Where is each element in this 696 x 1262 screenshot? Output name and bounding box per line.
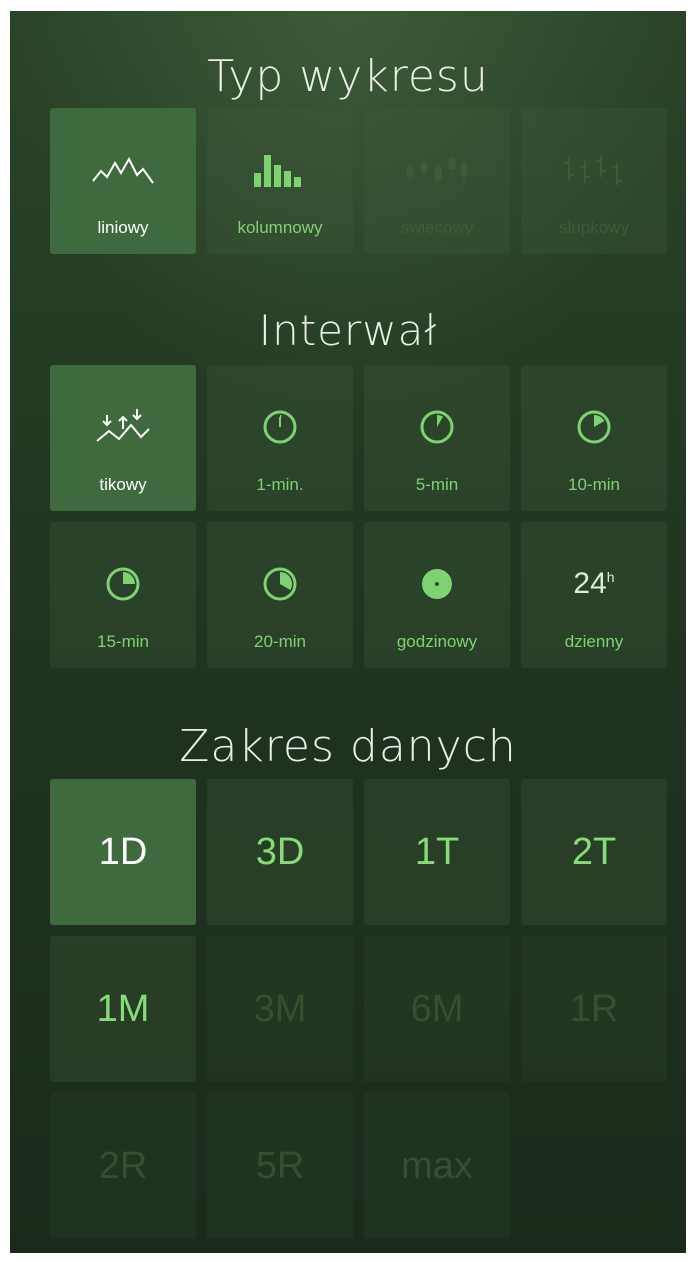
- range-6m-button[interactable]: 6M: [364, 936, 510, 1082]
- chart-type-ohlc-label: słupkowy: [559, 218, 629, 237]
- line-chart-icon: [50, 148, 196, 192]
- range-6m-label: 6M: [410, 987, 464, 1030]
- 24h-icon: 24h: [521, 562, 667, 606]
- interval-day-button[interactable]: 24h dzienny: [521, 522, 667, 668]
- range-1r-label: 1R: [569, 987, 619, 1030]
- tick-chart-icon: [50, 405, 196, 449]
- range-title: Zakres danych: [179, 721, 517, 772]
- clock-1min-icon: [207, 405, 353, 449]
- range-2t-button[interactable]: 2T: [521, 779, 667, 925]
- interval-20min-button[interactable]: 20-min: [207, 522, 353, 668]
- interval-tick-button[interactable]: tikowy: [50, 365, 196, 511]
- range-3d-label: 3D: [255, 830, 305, 873]
- ohlc-chart-icon: [521, 148, 667, 192]
- interval-title: Interwał: [258, 306, 438, 355]
- interval-tick-label: tikowy: [99, 475, 147, 494]
- range-3d-button[interactable]: 3D: [207, 779, 353, 925]
- clock-15min-icon: [50, 562, 196, 606]
- range-2t-label: 2T: [571, 830, 617, 873]
- chart-type-title: Typ wykresu: [207, 51, 489, 102]
- clock-hour-icon: [364, 562, 510, 606]
- interval-hour-button[interactable]: godzinowy: [364, 522, 510, 668]
- range-3m-button[interactable]: 3M: [207, 936, 353, 1082]
- 24h-icon-sup: h: [606, 569, 615, 585]
- range-max-label: max: [401, 1144, 473, 1187]
- interval-hour-label: godzinowy: [396, 632, 478, 651]
- clock-20min-icon: [207, 562, 353, 606]
- clock-10min-icon: [521, 405, 667, 449]
- bar-chart-icon: [207, 148, 353, 192]
- interval-day-label: dzienny: [564, 632, 624, 651]
- interval-20min-label: 20-min: [254, 632, 306, 651]
- range-3m-label: 3M: [253, 987, 307, 1030]
- 24h-icon-number: 24: [573, 567, 607, 600]
- range-2r-button[interactable]: 2R: [50, 1093, 196, 1239]
- range-5r-button[interactable]: 5R: [207, 1093, 353, 1239]
- interval-15min-label: 15-min: [97, 632, 149, 651]
- chart-type-line-button[interactable]: liniowy: [50, 108, 196, 254]
- range-1t-button[interactable]: 1T: [364, 779, 510, 925]
- range-1r-button[interactable]: 1R: [521, 936, 667, 1082]
- range-1m-label: 1M: [96, 987, 150, 1030]
- interval-5min-button[interactable]: 5-min: [364, 365, 510, 511]
- interval-1min-button[interactable]: 1-min.: [207, 365, 353, 511]
- chart-type-column-button[interactable]: kolumnowy: [207, 108, 353, 254]
- clock-5min-icon: [364, 405, 510, 449]
- range-5r-label: 5R: [255, 1144, 305, 1187]
- range-1d-label: 1D: [98, 830, 148, 873]
- range-1d-button[interactable]: 1D: [50, 779, 196, 925]
- interval-5min-label: 5-min: [415, 475, 459, 494]
- interval-15min-button[interactable]: 15-min: [50, 522, 196, 668]
- interval-10min-label: 10-min: [568, 475, 620, 494]
- chart-settings-screen: Typ wykresu liniowy kolumnowy swiecowy s…: [10, 11, 686, 1253]
- chart-type-candle-label: swiecowy: [400, 218, 474, 237]
- range-2r-label: 2R: [98, 1144, 148, 1187]
- interval-10min-button[interactable]: 10-min: [521, 365, 667, 511]
- range-1t-label: 1T: [414, 830, 460, 873]
- chart-type-ohlc-button[interactable]: słupkowy: [521, 108, 667, 254]
- interval-1min-label: 1-min.: [256, 475, 304, 494]
- chart-type-candle-button[interactable]: swiecowy: [364, 108, 510, 254]
- range-1m-button[interactable]: 1M: [50, 936, 196, 1082]
- chart-type-line-label: liniowy: [97, 218, 149, 237]
- range-max-button[interactable]: max: [364, 1093, 510, 1239]
- chart-type-column-label: kolumnowy: [237, 218, 323, 237]
- candlestick-chart-icon: [364, 148, 510, 192]
